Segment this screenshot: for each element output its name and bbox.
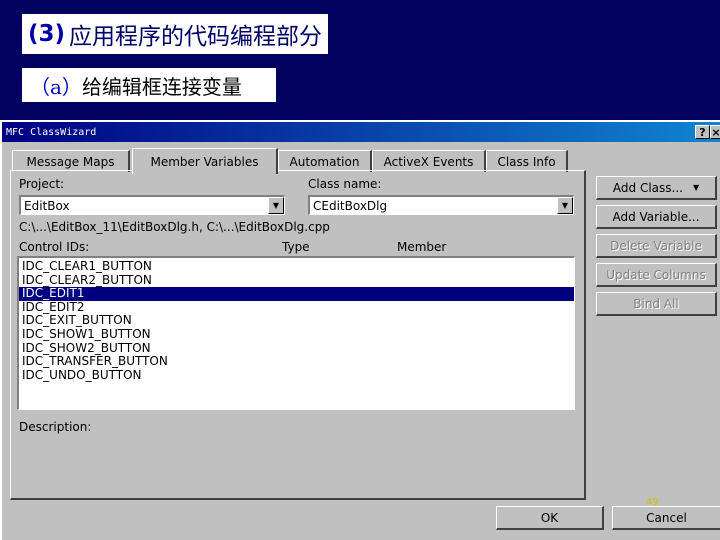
page-number: 49 [646,497,659,508]
delete-variable-button[interactable]: Delete Variable [596,234,717,258]
project-combo[interactable]: EditBox ▼ [19,195,285,215]
slide-title-text: 应用程序的代码编程部分 [69,24,323,50]
tab-class-info[interactable]: Class Info [486,150,568,172]
list-item[interactable]: IDC_CLEAR2_BUTTON [19,273,574,288]
slide-title-number: (3) [28,21,66,47]
tab-member-variables[interactable]: Member Variables [132,148,278,174]
cancel-button[interactable]: Cancel [612,506,720,530]
project-value: EditBox [24,198,70,213]
dialog-titlebar[interactable]: MFC ClassWizard ? × [2,122,720,142]
tab-message-maps[interactable]: Message Maps [12,150,130,172]
list-item-selected[interactable]: IDC_EDIT1 [19,287,574,301]
list-item[interactable]: IDC_TRANSFER_BUTTON [19,355,574,369]
file-path: C:\...\EditBox_11\EditBoxDlg.h, C:\...\E… [19,220,330,234]
chevron-down-icon[interactable]: ▼ [557,197,573,214]
add-class-label: Add Class... [612,180,683,195]
list-item[interactable]: IDC_EDIT2 [19,300,574,315]
ok-button[interactable]: OK [496,506,604,530]
update-columns-button[interactable]: Update Columns [596,263,717,287]
control-ids-label: Control IDs: [19,240,90,254]
control-ids-list[interactable]: IDC_CLEAR1_BUTTON IDC_CLEAR2_BUTTON IDC_… [17,256,575,410]
list-item[interactable]: IDC_UNDO_BUTTON [19,368,574,383]
tab-activex-events[interactable]: ActiveX Events [372,150,486,172]
project-label: Project: [19,177,65,191]
list-item[interactable]: IDC_CLEAR1_BUTTON [19,259,574,274]
dialog-title: MFC ClassWizard [6,126,97,138]
close-button[interactable]: × [710,125,720,139]
slide-title: (3) 应用程序的代码编程部分 [22,14,329,54]
slide-subtitle: （a） 给编辑框连接变量 [22,68,276,102]
help-button[interactable]: ? [695,125,710,139]
add-class-button[interactable]: Add Class... ▼ [596,176,717,200]
classname-value: CEditBoxDlg [313,198,388,213]
chevron-down-icon: ▼ [692,183,700,192]
tab-automation[interactable]: Automation [278,150,372,172]
slide-subtitle-marker: （a） [30,74,82,99]
bind-all-button[interactable]: Bind All [596,292,717,316]
add-variable-button[interactable]: Add Variable... [596,205,717,229]
list-item[interactable]: IDC_EXIT_BUTTON [19,314,574,328]
list-item[interactable]: IDC_SHOW2_BUTTON [19,341,574,356]
list-item[interactable]: IDC_SHOW1_BUTTON [19,327,574,342]
type-column-header[interactable]: Type [282,240,310,254]
member-column-header[interactable]: Member [397,240,446,254]
slide-subtitle-text: 给编辑框连接变量 [81,74,242,99]
classname-label: Class name: [308,177,382,191]
chevron-down-icon[interactable]: ▼ [268,197,284,214]
description-label: Description: [19,420,92,434]
classname-combo[interactable]: CEditBoxDlg ▼ [308,195,574,215]
